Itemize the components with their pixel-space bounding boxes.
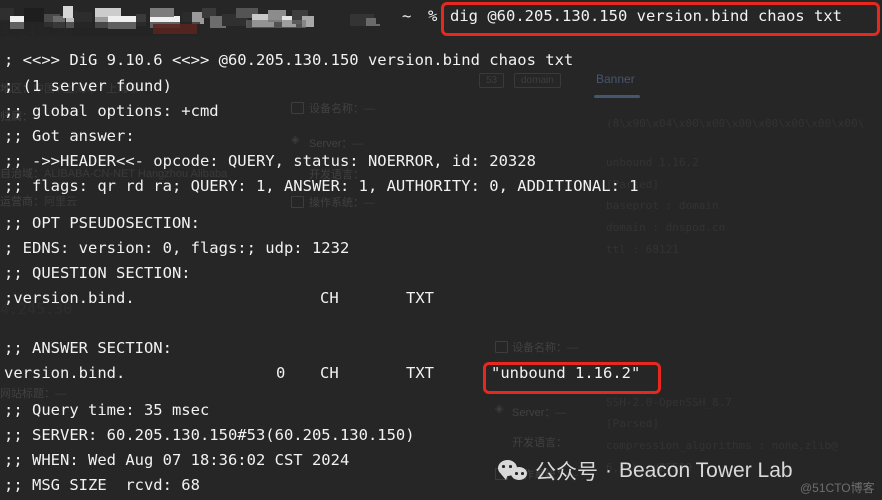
answer-row-type: TXT [406,364,434,382]
output-line-answer-section: ;; ANSWER SECTION: [4,339,172,357]
answer-row-data: "unbound 1.16.2" [491,364,641,382]
output-line-edns: ; EDNS: version: 0, flags:; udp: 1232 [4,239,350,257]
output-line-opt-pseudosection: ;; OPT PSEUDOSECTION: [4,214,200,232]
output-line-got-answer: ;; Got answer: [4,127,135,145]
question-row-class: CH [320,289,339,307]
watermark-prefix: 公众号 [535,461,598,484]
output-line-header: ;; ->>HEADER<<- opcode: QUERY, status: N… [4,152,536,170]
output-line-query-time: ;; Query time: 35 msec [4,401,210,419]
redaction-mosaic [0,0,700,36]
output-line-when: ;; WHEN: Wed Aug 07 18:36:02 CST 2024 [4,451,350,469]
watermark-brand-text: Beacon Tower Lab [619,459,793,482]
terminal-output[interactable]: ~ % dig @60.205.130.150 version.bind cha… [0,0,882,500]
answer-row-name: version.bind. [4,364,126,382]
output-line-server: ;; SERVER: 60.205.130.150#53(60.205.130.… [4,426,415,444]
output-line-flags: ;; flags: qr rd ra; QUERY: 1, ANSWER: 1,… [4,177,639,195]
question-row-type: TXT [406,289,434,307]
screenshot-root: 地区：中国 / 上海市 / 上海市 归属： 自治域：ALIBABA-CN-NET… [0,0,882,500]
wechat-icon [498,460,528,482]
watermark-source: @51CTO博客 [800,481,875,495]
watermark-separator: · [605,459,612,482]
output-line-server-found: ; (1 server found) [4,77,172,95]
output-line-global-options: ;; global options: +cmd [4,102,219,120]
output-line-dig-version: ; <<>> DiG 9.10.6 <<>> @60.205.130.150 v… [4,51,574,69]
answer-row-class: CH [320,364,339,382]
question-row-name: ;version.bind. [4,289,135,307]
output-line-question-section: ;; QUESTION SECTION: [4,264,191,282]
answer-row-ttl: 0 [276,364,286,382]
output-line-msg-size: ;; MSG SIZE rcvd: 68 [4,476,200,494]
watermark-brand: 公众号 · Beacon Tower Lab [498,456,793,486]
